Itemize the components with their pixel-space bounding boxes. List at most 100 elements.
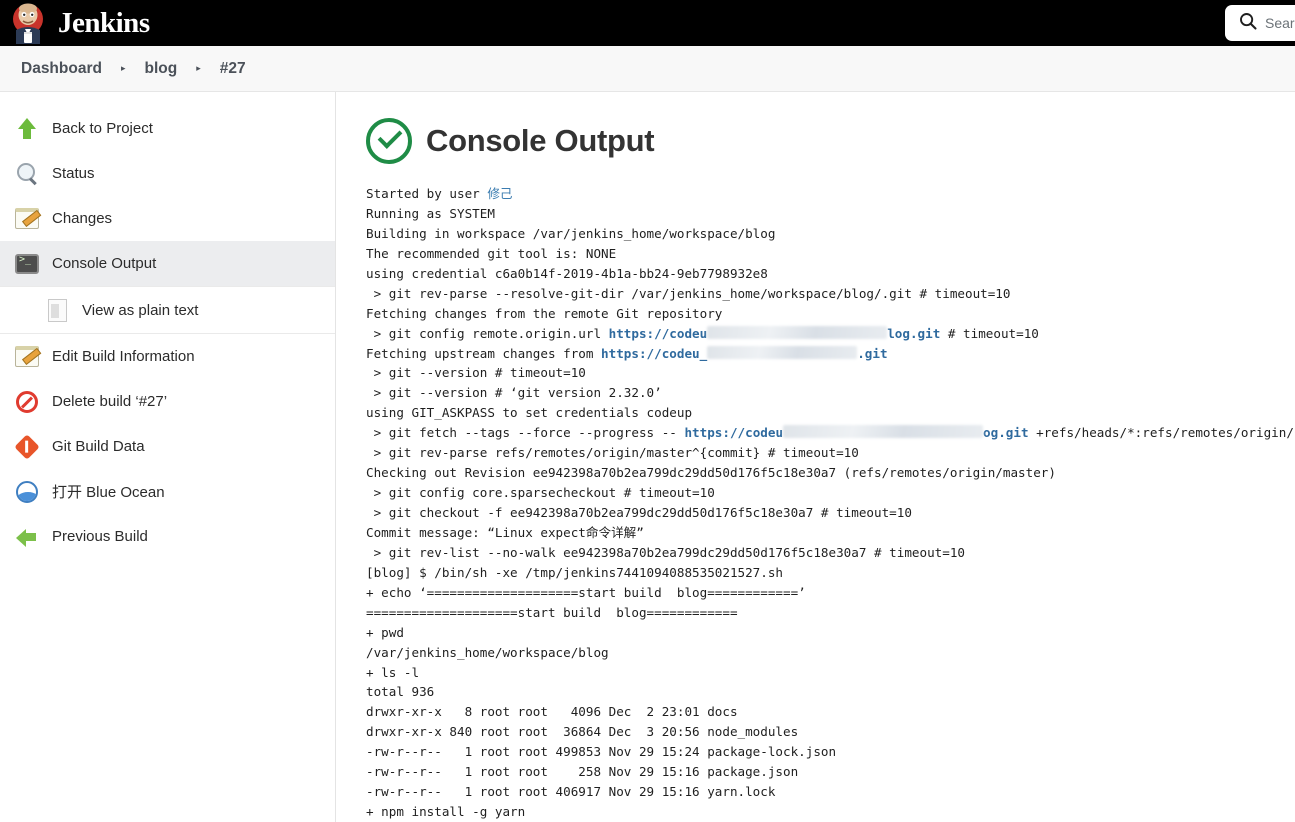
redacted-url-segment	[707, 325, 888, 339]
console-link[interactable]: https://codeu	[684, 425, 783, 440]
breadcrumb-item-blog[interactable]: blog	[139, 58, 184, 80]
console-link[interactable]: log.git	[887, 326, 940, 341]
breadcrumb: Dashboard ▸ blog ▸ #27	[0, 46, 1295, 92]
console-line: using credential c6a0b14f-2019-4b1a-bb24…	[366, 264, 1295, 284]
main-content: Console Output Started by user 修己 Running…	[336, 92, 1295, 822]
sidebar-subgroup: View as plain text	[0, 286, 335, 334]
console-line: Running as SYSTEM	[366, 204, 1295, 224]
console-header: Console Output	[366, 118, 1295, 164]
console-log: Started by user 修己 Running as SYSTEM Build…	[366, 184, 1295, 822]
console-line: -rw-r--r-- 1 root root 499853 Nov 29 15:…	[366, 742, 1295, 762]
sidebar: Back to Project Status Changes Console Outp…	[0, 92, 336, 822]
search-icon	[1239, 12, 1257, 35]
console-text: > git checkout -f ee942398a70b2ea799dc29…	[366, 505, 912, 520]
sidebar-item-view-as-plain-text[interactable]: View as plain text	[0, 287, 335, 333]
sidebar-item-label: Console Output	[52, 255, 157, 272]
console-line: Started by user 修己	[366, 184, 1295, 204]
console-line: drwxr-xr-x 8 root root 4096 Dec 2 23:01 …	[366, 702, 1295, 722]
console-line: + npm install -g yarn	[366, 802, 1295, 822]
console-line: > git config core.sparsecheckout # timeo…	[366, 483, 1295, 503]
sidebar-item-blue-ocean[interactable]: 打开 Blue Ocean	[0, 469, 335, 514]
sidebar-item-previous-build[interactable]: Previous Build	[0, 514, 335, 559]
console-line: -rw-r--r-- 1 root root 258 Nov 29 15:16 …	[366, 762, 1295, 782]
console-text: # timeout=10	[940, 325, 1039, 341]
sidebar-item-delete-build-27[interactable]: Delete build ‘#27’	[0, 379, 335, 424]
magnifier-icon	[14, 161, 40, 187]
console-link[interactable]: https://codeu_	[601, 346, 707, 361]
success-check-icon	[366, 118, 412, 164]
console-text: > git --version # ‘git version 2.32.0’	[366, 385, 662, 401]
console-text: > git rev-parse refs/remotes/origin/mast…	[366, 445, 859, 461]
page-body: Back to Project Status Changes Console Outp…	[0, 92, 1295, 822]
console-text: > git --version # timeout=10	[366, 365, 586, 381]
page-title: Console Output	[426, 123, 655, 158]
console-text: > git fetch --tags --force --progress --	[366, 425, 685, 441]
console-text: + npm install -g yarn	[366, 804, 526, 820]
sidebar-item-label: View as plain text	[82, 301, 199, 319]
console-link[interactable]: og.git	[983, 425, 1029, 440]
console-text: + ls -l	[366, 664, 420, 680]
console-line: > git --version # ‘git version 2.32.0’	[366, 383, 1295, 403]
console-text: ====================start build blog====…	[366, 604, 738, 620]
console-text: Checking out Revision ee942398a70b2ea799…	[366, 465, 1056, 481]
search-input[interactable]: Search	[1265, 15, 1295, 31]
console-line: -rw-r--r-- 1 root root 406917 Nov 29 15:…	[366, 782, 1295, 802]
console-text: drwxr-xr-x 8 root root 4096 Dec 2 23:01 …	[366, 704, 738, 720]
console-text: Running as SYSTEM	[366, 205, 495, 221]
console-link[interactable]: 修己	[487, 186, 512, 201]
console-line: using GIT_ASKPASS to set credentials cod…	[366, 403, 1295, 423]
console-text: > git rev-list --no-walk ee942398a70b2ea…	[366, 544, 965, 560]
console-text: /var/jenkins_home/workspace/blog	[366, 644, 609, 660]
console-line: total 936	[366, 682, 1295, 702]
console-line: ====================start build blog====…	[366, 603, 1295, 623]
sidebar-item-label: Previous Build	[52, 528, 148, 545]
console-text: Commit message: “Linux expect命令详解”	[366, 524, 644, 540]
console-text: + echo ‘====================start build …	[366, 584, 806, 600]
up-arrow-icon	[14, 116, 40, 142]
top-header: Jenkins Search	[0, 0, 1295, 46]
sidebar-item-label: Status	[52, 165, 95, 182]
console-line: > git checkout -f ee942398a70b2ea799dc29…	[366, 503, 1295, 523]
brand-title[interactable]: Jenkins	[58, 8, 150, 38]
console-line: + pwd	[366, 623, 1295, 643]
sidebar-item-label: Git Build Data	[52, 438, 145, 455]
console-link[interactable]: https://codeu	[609, 326, 708, 341]
console-text: using GIT_ASKPASS to set credentials cod…	[366, 405, 693, 421]
sidebar-item-git-build-data[interactable]: Git Build Data	[0, 424, 335, 469]
console-line: > git rev-parse refs/remotes/origin/mast…	[366, 443, 1295, 463]
console-text: + pwd	[366, 624, 404, 640]
console-line: Building in workspace /var/jenkins_home/…	[366, 224, 1295, 244]
console-line: > git --version # timeout=10	[366, 363, 1295, 383]
sidebar-item-label: Delete build ‘#27’	[52, 393, 168, 410]
sidebar-item-console-output[interactable]: Console Output	[0, 241, 335, 286]
sidebar-item-status[interactable]: Status	[0, 151, 335, 196]
sidebar-item-label: Edit Build Information	[52, 348, 195, 365]
search-box[interactable]: Search	[1225, 5, 1295, 41]
console-text: -rw-r--r-- 1 root root 406917 Nov 29 15:…	[366, 784, 776, 800]
console-text: The recommended git tool is: NONE	[366, 245, 617, 261]
jenkins-butler-logo[interactable]	[8, 2, 48, 44]
sidebar-item-edit-build-information[interactable]: Edit Build Information	[0, 334, 335, 379]
console-text: total 936	[366, 684, 435, 700]
console-text: using credential c6a0b14f-2019-4b1a-bb24…	[366, 265, 768, 281]
left-arrow-icon	[14, 524, 40, 550]
console-line: Fetching upstream changes from https://c…	[366, 344, 1295, 364]
console-line: The recommended git tool is: NONE	[366, 244, 1295, 264]
sidebar-item-back-to-project[interactable]: Back to Project	[0, 106, 335, 151]
git-icon	[14, 433, 40, 460]
redacted-url-segment	[783, 425, 984, 439]
breadcrumb-item-dashboard[interactable]: Dashboard	[15, 58, 108, 80]
breadcrumb-item-build[interactable]: #27	[214, 58, 252, 80]
redacted-url-segment	[707, 345, 858, 359]
sidebar-item-changes[interactable]: Changes	[0, 196, 335, 241]
console-line: > git fetch --tags --force --progress --…	[366, 423, 1295, 443]
console-link[interactable]: .git	[857, 346, 887, 361]
no-entry-icon	[14, 389, 40, 415]
edit-notepad-icon	[14, 344, 40, 370]
sidebar-item-label: 打开 Blue Ocean	[52, 484, 165, 501]
console-line: Fetching changes from the remote Git rep…	[366, 304, 1295, 324]
console-text: > git config remote.origin.url	[366, 325, 609, 341]
sidebar-item-label: Changes	[52, 210, 113, 227]
console-text: +refs/heads/*:refs/remotes/origin/* # ti…	[1036, 425, 1295, 441]
breadcrumb-separator: ▸	[120, 63, 126, 73]
